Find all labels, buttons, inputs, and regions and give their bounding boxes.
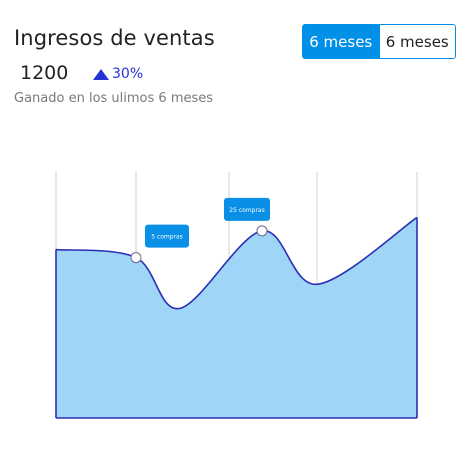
point-marker-2 (256, 225, 268, 237)
period-option-2[interactable]: 6 meses (378, 25, 455, 58)
delta-percent: 30% (112, 66, 144, 82)
sales-area-chart: 5 compras 25 compras (55, 172, 418, 419)
period-option-1[interactable]: 6 meses (303, 25, 379, 58)
area-fill (56, 217, 417, 418)
total-value: 1200 (20, 62, 69, 84)
tooltip-label-2: 25 compras (229, 207, 264, 214)
point-marker-1 (130, 252, 142, 264)
tooltip-label-1: 5 compras (151, 234, 183, 241)
sales-card: Ingresos de ventas 1200 30% Ganado en lo… (0, 0, 475, 470)
triangle-up-icon (93, 68, 109, 80)
delta-badge: 30% (93, 66, 143, 82)
card-title: Ingresos de ventas (14, 26, 215, 50)
period-toggle: 6 meses 6 meses (302, 24, 456, 59)
card-subtitle: Ganado en los ulimos 6 meses (14, 91, 214, 106)
